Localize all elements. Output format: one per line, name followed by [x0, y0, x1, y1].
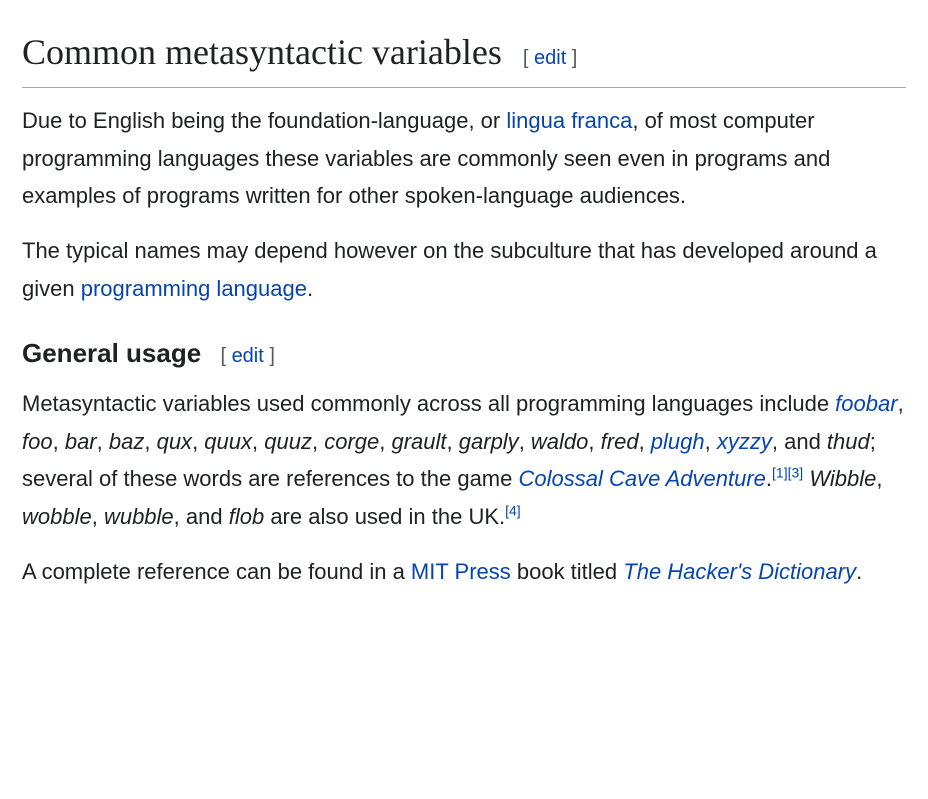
var-foo: foo	[22, 429, 53, 454]
edit-link[interactable]: edit	[534, 47, 566, 69]
link-mit-press[interactable]: MIT Press	[411, 559, 511, 584]
link-foobar[interactable]: foobar	[835, 391, 897, 416]
var-waldo: waldo	[531, 429, 588, 454]
sep: ,	[192, 429, 204, 454]
text: Metasyntactic variables used commonly ac…	[22, 391, 835, 416]
heading-title: Common metasyntactic variables	[22, 32, 502, 72]
var-quuz: quuz	[264, 429, 312, 454]
paragraph: Due to English being the foundation-lang…	[22, 102, 906, 214]
reference: [1]	[772, 465, 788, 481]
sep: ,	[588, 429, 600, 454]
link-xyzzy[interactable]: xyzzy	[717, 429, 772, 454]
var-wubble: wubble	[104, 504, 174, 529]
sep: ,	[639, 429, 651, 454]
var-corge: corge	[324, 429, 379, 454]
and: , and	[174, 504, 229, 529]
link-hackers-dictionary[interactable]: The Hacker's Dictionary	[623, 559, 856, 584]
sep: ,	[312, 429, 324, 454]
var-flob: flob	[229, 504, 264, 529]
text: book titled	[511, 559, 624, 584]
text: are also used in the UK.	[264, 504, 505, 529]
bracket-close: ]	[566, 47, 577, 69]
subheading-title: General usage	[22, 338, 201, 368]
sep: ,	[379, 429, 391, 454]
sep: ,	[97, 429, 109, 454]
text: Due to English being the foundation-lang…	[22, 108, 506, 133]
sep: ,	[252, 429, 264, 454]
var-bar: bar	[65, 429, 97, 454]
var-baz: baz	[109, 429, 144, 454]
link-lingua-franca[interactable]: lingua franca	[506, 108, 632, 133]
text: .	[307, 276, 313, 301]
var-grault: grault	[391, 429, 446, 454]
sep: ,	[898, 391, 904, 416]
subsection-heading: General usage [ edit ]	[22, 331, 906, 375]
var-garply: garply	[459, 429, 519, 454]
paragraph: A complete reference can be found in a M…	[22, 553, 906, 590]
link-colossal-cave-adventure[interactable]: Colossal Cave Adventure	[518, 466, 765, 491]
reference: [4]	[505, 502, 521, 518]
sep: ,	[447, 429, 459, 454]
sep: ,	[144, 429, 156, 454]
bracket-close: ]	[264, 345, 275, 367]
var-fred: fred	[601, 429, 639, 454]
var-qux: qux	[157, 429, 192, 454]
var-wibble: Wibble	[809, 466, 876, 491]
link-plugh[interactable]: plugh	[651, 429, 705, 454]
bracket-open: [	[523, 47, 534, 69]
edit-link[interactable]: edit	[232, 345, 264, 367]
sep: ,	[876, 466, 882, 491]
sep: ,	[705, 429, 717, 454]
sep: ,	[53, 429, 65, 454]
sep: ,	[92, 504, 104, 529]
ref-link-1[interactable]: [1]	[772, 465, 788, 481]
text: .	[856, 559, 862, 584]
sep: ,	[519, 429, 531, 454]
reference: [3]	[788, 465, 804, 481]
text: A complete reference can be found in a	[22, 559, 411, 584]
and: , and	[772, 429, 827, 454]
ref-link-3[interactable]: [3]	[788, 465, 804, 481]
edit-section: [ edit ]	[220, 345, 275, 367]
var-wobble: wobble	[22, 504, 92, 529]
edit-section: [ edit ]	[523, 47, 578, 69]
link-programming-language[interactable]: programming language	[81, 276, 307, 301]
ref-link-4[interactable]: [4]	[505, 502, 521, 518]
var-thud: thud	[827, 429, 870, 454]
paragraph: The typical names may depend however on …	[22, 232, 906, 307]
var-quux: quux	[204, 429, 252, 454]
section-heading: Common metasyntactic variables [ edit ]	[22, 22, 906, 88]
bracket-open: [	[220, 345, 231, 367]
paragraph: Metasyntactic variables used commonly ac…	[22, 385, 906, 535]
